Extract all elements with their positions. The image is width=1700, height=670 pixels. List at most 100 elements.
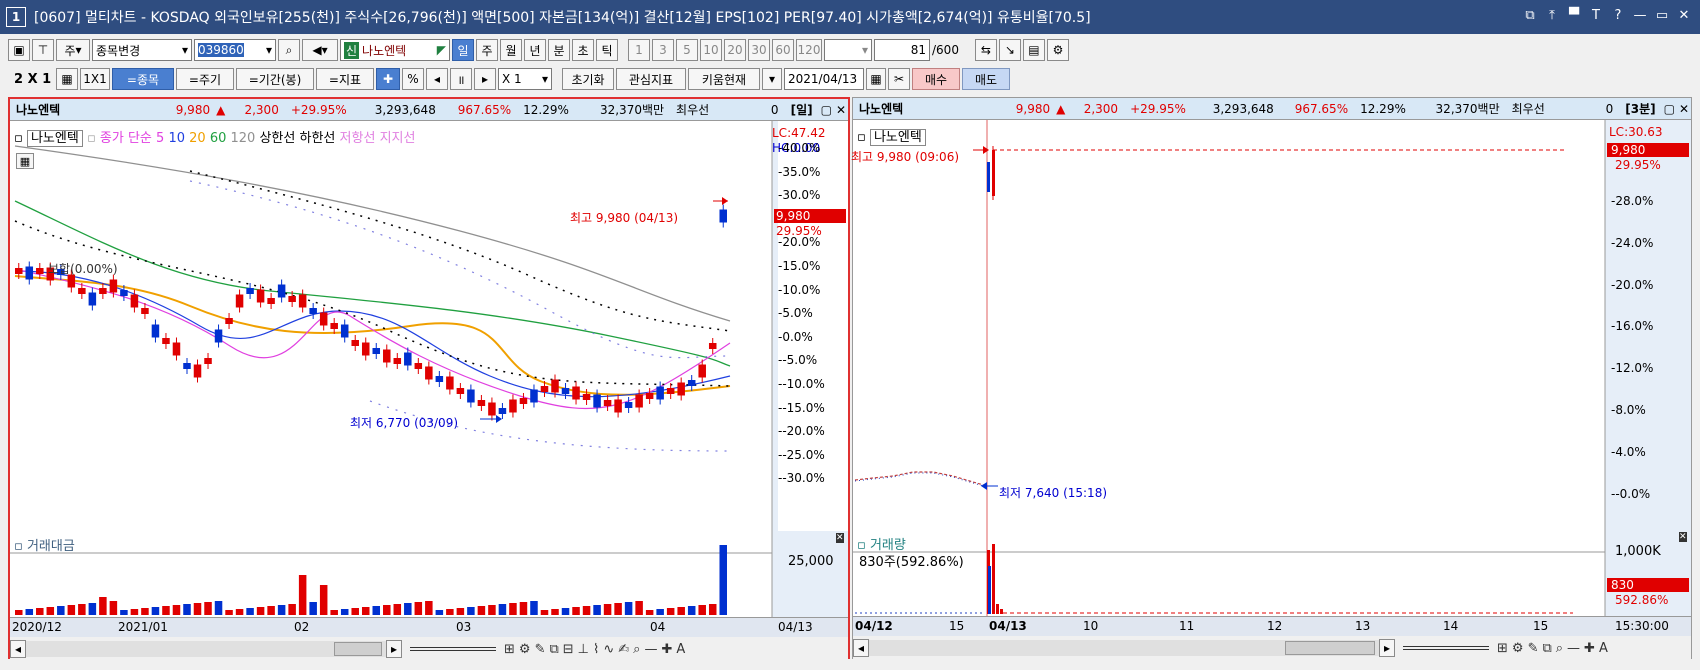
legend-resistance[interactable]: 저항선 <box>340 131 376 146</box>
period-day[interactable]: 일 <box>452 39 474 61</box>
tab-stock[interactable]: =종목 <box>112 68 174 90</box>
scroll-right-icon[interactable]: ▸ <box>386 640 402 658</box>
buy-button[interactable]: 매수 <box>912 68 960 90</box>
interval-3[interactable]: 3 <box>652 39 674 61</box>
interval-20[interactable]: 20 <box>724 39 746 61</box>
maximize-panel-icon[interactable]: ▢ <box>819 103 834 117</box>
interval-10[interactable]: 10 <box>700 39 722 61</box>
legend-ma120[interactable]: 120 <box>231 131 256 146</box>
search-icon[interactable]: ⌕ <box>278 39 300 61</box>
tool-icon[interactable]: ⌕ <box>633 642 640 657</box>
scroll-left-icon[interactable]: ◂ <box>10 640 26 658</box>
legend-lower[interactable]: 하한선 <box>300 131 336 146</box>
close-icon[interactable]: ✕ <box>1676 6 1692 24</box>
pin-icon[interactable]: ⊤ <box>32 39 54 61</box>
interval-120[interactable]: 120 <box>796 39 822 61</box>
tab-indicator[interactable]: =지표 <box>316 68 374 90</box>
period-year[interactable]: 년 <box>524 39 546 61</box>
scrollbar-track[interactable] <box>869 640 1379 656</box>
tool-icon[interactable]: ⌕ <box>1556 641 1563 656</box>
tool-icon[interactable]: ✍ <box>618 642 629 657</box>
zoom-out-icon[interactable]: — <box>644 642 657 657</box>
grid-icon[interactable]: ▦ <box>56 68 78 90</box>
type-select[interactable]: 주 ▾ <box>56 39 90 61</box>
stock-name-field[interactable]: 신 나노엔텍 ◤ <box>340 39 450 61</box>
kiwoom-current-button[interactable]: 키움현재 <box>688 68 760 90</box>
calculator-icon[interactable]: ▦ <box>16 153 34 169</box>
tool-icon[interactable]: ⊟ <box>563 642 574 657</box>
interval-60[interactable]: 60 <box>772 39 794 61</box>
scissor-icon[interactable]: ✂ <box>888 68 910 90</box>
period-tick[interactable]: 틱 <box>596 39 618 61</box>
legend-upper[interactable]: 상한선 <box>259 131 295 146</box>
stock-code-input[interactable]: 039860 ▾ <box>194 39 276 61</box>
gear-icon[interactable]: ⚙ <box>1046 39 1069 61</box>
zoom-slider[interactable] <box>1403 646 1489 650</box>
tool-icon[interactable]: ⚙ <box>1512 641 1524 656</box>
period-second[interactable]: 초 <box>572 39 594 61</box>
layout-1x1-button[interactable]: 1X1 <box>80 68 110 90</box>
restore-icon[interactable]: ⧉ <box>1522 6 1538 24</box>
scroll-right-icon[interactable]: ▸ <box>1379 639 1395 657</box>
multiplier-select[interactable]: X 1 ▾ <box>498 68 552 90</box>
save-icon[interactable]: ▤ <box>1022 39 1045 61</box>
tab-period[interactable]: =기간(봉) <box>236 68 314 90</box>
compare-icon[interactable]: ⇆ <box>974 39 997 61</box>
tool-icon[interactable]: ⌇ <box>593 642 599 657</box>
tab-cycle[interactable]: =주기 <box>176 68 234 90</box>
sell-button[interactable]: 매도 <box>962 68 1010 90</box>
interval-30[interactable]: 30 <box>748 39 770 61</box>
screen-icon[interactable]: ▣ <box>8 39 30 61</box>
maximize-icon[interactable]: ▭ <box>1654 6 1670 24</box>
tool-icon[interactable]: ⧉ <box>1542 641 1551 656</box>
interval-custom-input[interactable]: ▾ <box>824 39 872 61</box>
maximize-panel-icon[interactable]: ▢ <box>1662 102 1677 116</box>
sub-close-icon[interactable]: ✕ <box>1679 532 1687 542</box>
tool-icon[interactable]: ✎ <box>1528 641 1539 656</box>
tool-icon[interactable]: ✎ <box>535 642 546 657</box>
bar-count-input[interactable]: 81 <box>874 39 930 61</box>
legend-support[interactable]: 지지선 <box>380 131 416 146</box>
legend-stock[interactable]: 나노엔텍 <box>869 129 926 146</box>
legend-ma60[interactable]: 60 <box>210 131 227 146</box>
font-icon[interactable]: A <box>676 642 685 657</box>
period-month[interactable]: 월 <box>500 39 522 61</box>
legend-ma10[interactable]: 10 <box>168 131 185 146</box>
font-icon[interactable]: A <box>1599 641 1608 656</box>
change-stock-select[interactable]: 종목변경 ▾ <box>92 39 192 61</box>
legend-ma5[interactable]: 5 <box>156 131 164 146</box>
pause-icon[interactable]: ॥ <box>450 68 472 90</box>
prev-icon[interactable]: ◂ <box>426 68 448 90</box>
scroll-left-icon[interactable]: ◂ <box>853 639 869 657</box>
scrollbar-thumb[interactable] <box>1285 641 1375 655</box>
crosshair-icon[interactable]: ✚ <box>376 68 400 90</box>
legend-ma-label[interactable]: 종가 단순 <box>100 131 152 146</box>
font-icon[interactable]: T <box>1588 6 1604 24</box>
speaker-icon[interactable]: ◀▾ <box>302 39 338 61</box>
tool-icon[interactable]: ⚙ <box>519 642 531 657</box>
legend-stock[interactable]: 나노엔텍 <box>26 130 83 147</box>
period-minute[interactable]: 분 <box>548 39 570 61</box>
sub-close-icon[interactable]: ✕ <box>836 533 844 543</box>
interest-indicator-button[interactable]: 관심지표 <box>616 68 686 90</box>
dock-icon[interactable]: ▀ <box>1566 6 1582 24</box>
reset-button[interactable]: 초기화 <box>562 68 614 90</box>
tool-icon[interactable]: ∿ <box>603 642 614 657</box>
tool-icon[interactable]: ⧉ <box>549 642 558 657</box>
draw-icon[interactable]: ↘ <box>998 39 1021 61</box>
interval-1[interactable]: 1 <box>628 39 650 61</box>
minimize-icon[interactable]: — <box>1632 6 1648 24</box>
legend-ma20[interactable]: 20 <box>189 131 206 146</box>
close-panel-icon[interactable]: ✕ <box>834 103 848 117</box>
zoom-in-icon[interactable]: ✚ <box>661 642 672 657</box>
tool-icon[interactable]: ⊞ <box>1497 641 1508 656</box>
date-input[interactable]: 2021/04/13 <box>784 68 864 90</box>
zoom-out-icon[interactable]: — <box>1567 641 1580 656</box>
calendar-icon[interactable]: ▦ <box>866 68 886 90</box>
help-icon[interactable]: ? <box>1610 6 1626 24</box>
tool-icon[interactable]: ⊞ <box>504 642 515 657</box>
close-panel-icon[interactable]: ✕ <box>1677 102 1691 116</box>
scrollbar-thumb[interactable] <box>334 642 382 656</box>
zoom-in-icon[interactable]: ✚ <box>1584 641 1595 656</box>
zoom-slider[interactable] <box>410 647 496 651</box>
